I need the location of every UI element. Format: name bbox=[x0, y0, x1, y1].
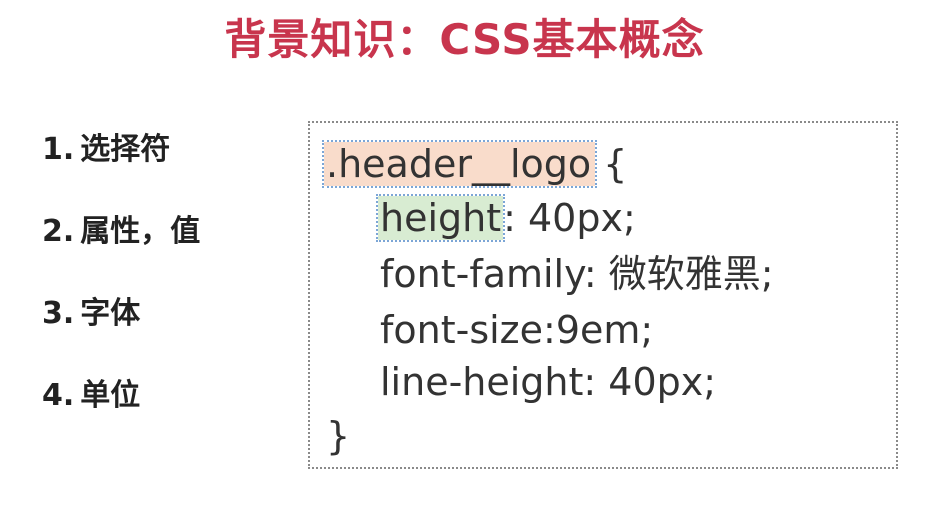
declaration-value: :9em; bbox=[543, 308, 654, 352]
topic-number: 4. bbox=[42, 378, 75, 413]
topic-item: 3. 字体 bbox=[42, 292, 200, 374]
topic-item: 1. 选择符 bbox=[42, 128, 200, 210]
topic-label: 属性，值 bbox=[80, 214, 201, 249]
topic-number: 1. bbox=[42, 132, 75, 167]
topic-number: 3. bbox=[42, 296, 75, 331]
code-declaration-line: height: 40px; bbox=[375, 194, 636, 242]
topic-item: 4. 单位 bbox=[42, 374, 200, 456]
topic-label: 选择符 bbox=[80, 132, 171, 167]
css-code-example: .header__logo{ height: 40px; font-family… bbox=[308, 121, 898, 469]
topic-list: 1. 选择符 2. 属性，值 3. 字体 4. 单位 bbox=[42, 128, 200, 456]
selector-highlight: .header__logo bbox=[321, 140, 598, 188]
code-declaration-line: font-size:9em; bbox=[380, 307, 653, 353]
declaration-property: line-height bbox=[380, 360, 584, 404]
code-declaration-line: line-height: 40px; bbox=[380, 359, 716, 405]
code-declaration-line: font-family: 微软雅黑; bbox=[380, 251, 774, 297]
topic-number: 2. bbox=[42, 214, 75, 249]
declaration-value: : 40px; bbox=[583, 360, 717, 404]
property-highlight: height bbox=[375, 194, 506, 242]
declaration-property: font-family bbox=[380, 252, 584, 296]
declaration-value: : 40px; bbox=[503, 196, 636, 240]
topic-label: 字体 bbox=[80, 296, 141, 331]
declaration-property: font-size bbox=[380, 308, 544, 352]
slide-title: 背景知识：CSS基本概念 bbox=[224, 15, 705, 64]
code-selector-line: .header__logo{ bbox=[321, 140, 628, 188]
declaration-value: : 微软雅黑; bbox=[583, 252, 774, 296]
open-brace: { bbox=[603, 142, 628, 186]
topic-item: 2. 属性，值 bbox=[42, 210, 200, 292]
close-brace: } bbox=[326, 414, 351, 458]
topic-label: 单位 bbox=[80, 378, 141, 413]
